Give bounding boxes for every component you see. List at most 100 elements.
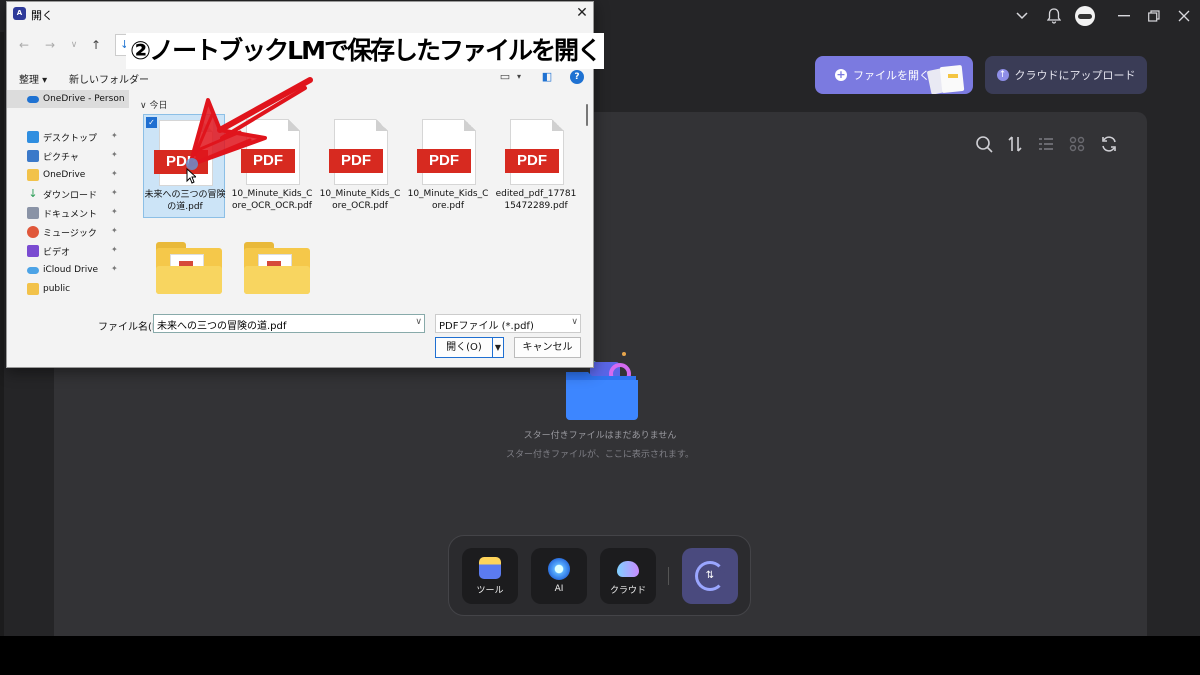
- filename-field[interactable]: 未来への三つの冒険の道.pdf ∨: [153, 314, 425, 333]
- pin-icon: ✦: [111, 169, 118, 178]
- sidebar-item-onedrive-personal[interactable]: OneDrive - Person: [7, 90, 129, 108]
- sidebar-strip: [0, 32, 4, 636]
- forward-arrow-icon[interactable]: →: [41, 36, 59, 54]
- view-dropdown-icon[interactable]: ▾: [512, 70, 526, 84]
- bottom-dock: ツール AI クラウド ⇅: [448, 535, 751, 616]
- bell-icon[interactable]: [1043, 6, 1065, 26]
- refresh-icon[interactable]: [1099, 134, 1119, 154]
- toolbox-icon: [479, 556, 501, 579]
- dialog-close-icon[interactable]: ✕: [573, 4, 591, 22]
- ai-icon: [548, 558, 570, 580]
- folder-item[interactable]: [244, 242, 312, 296]
- folder-icon: [244, 266, 310, 294]
- help-icon[interactable]: ?: [570, 70, 584, 84]
- pin-icon: ✦: [111, 245, 118, 254]
- dialog-cancel-button[interactable]: キャンセル: [514, 337, 581, 358]
- scrollbar-thumb[interactable]: [586, 104, 588, 126]
- convert-icon: ⇅: [695, 561, 725, 591]
- list-view-icon[interactable]: [1036, 134, 1056, 154]
- pin-icon: ✦: [111, 226, 118, 235]
- dock-ai-button[interactable]: AI: [531, 548, 587, 604]
- back-arrow-icon[interactable]: ←: [15, 36, 33, 54]
- sidebar-item-label: ドキュメント: [43, 209, 98, 220]
- dialog-title: 開く: [31, 9, 53, 22]
- scrollbar[interactable]: [584, 98, 590, 302]
- app-logo-icon: A: [13, 7, 26, 20]
- sidebar-item-label: OneDrive: [43, 170, 86, 180]
- pdf-badge: PDF: [417, 149, 471, 173]
- filename-value: 未来への三つの冒険の道.pdf: [157, 321, 287, 332]
- sidebar-item-icloud-drive[interactable]: iCloud Drive ✦: [7, 261, 129, 279]
- upload-to-cloud-button[interactable]: ↑ クラウドにアップロード: [985, 56, 1147, 94]
- open-file-label: ファイルを開く: [853, 69, 930, 82]
- open-file-button[interactable]: + ファイルを開く: [815, 56, 973, 94]
- grid-view-icon[interactable]: [1067, 134, 1087, 154]
- empty-state-subtitle: スター付きファイルが、ここに表示されます。: [506, 450, 694, 460]
- dialog-open-button[interactable]: 開く(O): [435, 337, 492, 358]
- sidebar-item-music[interactable]: ミュージック ✦: [7, 223, 129, 241]
- letterbox-bar: [0, 636, 1200, 675]
- dock-tools-label: ツール: [476, 585, 504, 596]
- file-item[interactable]: PDF 10_Minute_Kids_Core_OCR.pdf: [319, 114, 401, 218]
- sidebar-item-label: OneDrive - Person: [43, 94, 125, 104]
- filetype-value: PDFファイル (*.pdf): [439, 321, 534, 332]
- folder-item[interactable]: [156, 242, 224, 296]
- onedrive-icon: [27, 95, 39, 103]
- filetype-select[interactable]: PDFファイル (*.pdf) ∨: [435, 314, 581, 333]
- sidebar-item-label: デスクトップ: [43, 133, 98, 144]
- plus-circle-icon: +: [835, 68, 847, 81]
- sidebar-item-label: ダウンロード: [43, 190, 98, 201]
- red-arrow-annotation: [186, 77, 313, 170]
- sidebar-item-documents[interactable]: ドキュメント ✦: [7, 204, 129, 222]
- dock-tools-button[interactable]: ツール: [462, 548, 518, 604]
- pin-icon: ✦: [111, 188, 118, 197]
- minimize-icon[interactable]: [1113, 6, 1135, 26]
- pdf-badge: PDF: [329, 149, 383, 173]
- recent-chevron-icon[interactable]: ∨: [65, 36, 83, 54]
- preview-pane-icon[interactable]: ◧: [540, 70, 554, 84]
- music-icon: [27, 226, 39, 238]
- desktop-icon: [27, 131, 39, 143]
- chevron-down-icon[interactable]: ∨: [571, 317, 578, 327]
- sort-icon[interactable]: [1005, 134, 1025, 154]
- chevron-down-icon[interactable]: [1011, 6, 1033, 26]
- organize-menu[interactable]: 整理 ▾: [19, 71, 47, 86]
- file-name: 10_Minute_Kids_Core_OCR_OCR.pdf: [231, 189, 313, 211]
- view-options-icon[interactable]: ▭: [498, 70, 512, 84]
- file-item[interactable]: PDF 10_Minute_Kids_Core.pdf: [407, 114, 489, 218]
- restore-icon[interactable]: [1143, 6, 1165, 26]
- open-options-dropdown[interactable]: ▼: [492, 337, 504, 358]
- close-icon[interactable]: [1173, 6, 1195, 26]
- sidebar-item-videos[interactable]: ビデオ ✦: [7, 242, 129, 260]
- sidebar-item-label: public: [43, 284, 71, 294]
- file-name: 10_Minute_Kids_Core_OCR.pdf: [319, 189, 401, 211]
- chevron-down-icon[interactable]: ∨: [415, 317, 422, 327]
- mouse-cursor-icon: [186, 168, 196, 184]
- sidebar-item-pictures[interactable]: ピクチャ ✦: [7, 147, 129, 165]
- icloud-icon: [27, 266, 39, 274]
- sidebar-item-downloads[interactable]: ↓ ダウンロード ✦: [7, 185, 129, 203]
- new-folder-button[interactable]: 新しいフォルダー: [69, 71, 149, 86]
- sidebar-item-label: ミュージック: [43, 228, 97, 239]
- file-name: 10_Minute_Kids_Core.pdf: [407, 189, 489, 211]
- pdf-badge: PDF: [505, 149, 559, 173]
- up-arrow-icon[interactable]: ↑: [87, 36, 105, 54]
- cloud-icon: [617, 560, 639, 577]
- sidebar-item-desktop[interactable]: デスクトップ ✦: [7, 128, 129, 146]
- sidebar-item-onedrive[interactable]: OneDrive ✦: [7, 166, 129, 184]
- dock-convert-button[interactable]: ⇅: [682, 548, 738, 604]
- sidebar-item-label: ピクチャ: [43, 152, 79, 163]
- file-name: 未来への三つの冒険の道.pdf: [144, 190, 226, 212]
- document-illustration: [948, 74, 958, 78]
- pictures-icon: [27, 150, 39, 162]
- search-icon[interactable]: [974, 134, 994, 154]
- avatar[interactable]: [1075, 6, 1095, 26]
- pin-icon: ✦: [111, 264, 118, 273]
- sidebar-item-public[interactable]: public: [7, 280, 129, 298]
- dock-cloud-label: クラウド: [609, 585, 646, 596]
- dock-cloud-button[interactable]: クラウド: [600, 548, 656, 604]
- dialog-titlebar: A 開く ✕: [7, 2, 593, 26]
- file-item[interactable]: PDF edited_pdf_1778115472289.pdf: [495, 114, 577, 218]
- navigation-pane: OneDrive - Person デスクトップ ✦ ピクチャ ✦ OneDri…: [7, 90, 131, 304]
- pin-icon: ✦: [111, 207, 118, 216]
